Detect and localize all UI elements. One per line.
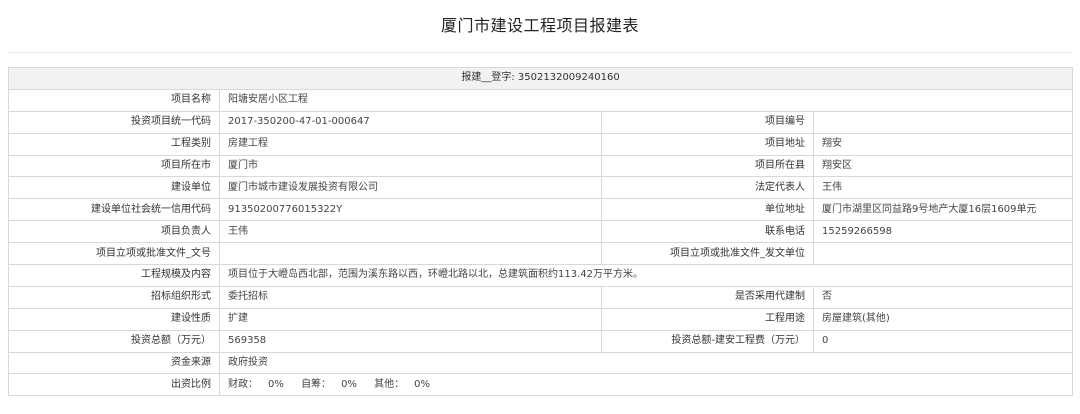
project-address-label: 项目地址 [601,132,814,156]
approval-issuer-value [812,242,1074,266]
total-investment-value: 569358 [219,329,602,353]
contact-phone-label: 联系电话 [601,220,814,244]
approval-issuer-label: 项目立项或批准文件_发文单位 [601,242,814,266]
table-row: 建设性质 扩建 工程用途 房屋建筑(其他) [8,307,1074,331]
table-row: 建设单位 厦门市城市建设发展投资有限公司 法定代表人 王伟 [8,176,1074,200]
table-row: 投资总额（万元） 569358 投资总额-建安工程费（万元） 0 [8,329,1074,353]
project-city-value: 厦门市 [219,154,602,178]
project-use-label: 工程用途 [601,307,814,331]
table-row: 投资项目统一代码 2017-350200-47-01-000647 项目编号 [8,110,1074,134]
header-reg-label: 登字: [491,72,515,84]
project-city-label: 项目所在市 [8,154,220,178]
build-nature-label: 建设性质 [8,307,220,331]
registration-header: 报建__登字: 3502132009240160 [7,67,1074,90]
project-number-label: 项目编号 [601,110,814,134]
bidding-form-value: 委托招标 [219,285,602,309]
project-category-label: 工程类别 [8,132,220,156]
investment-code-label: 投资项目统一代码 [8,110,220,134]
build-nature-value: 扩建 [219,307,602,331]
credit-code-value: 91350200776015322Y [219,198,602,222]
ratio-fiscal: 财政： 0% [228,379,284,391]
agent-system-label: 是否采用代建制 [601,285,814,309]
table-row: 工程类别 房建工程 项目地址 翔安 [8,132,1074,156]
total-investment-label: 投资总额（万元） [8,329,220,353]
invest-ratio-label: 出资比例 [8,373,220,397]
project-category-value: 房建工程 [219,132,602,156]
ratio-self-raised: 自筹： 0% [301,379,357,391]
header-blank: __ [481,72,492,84]
page-title: 厦门市建设工程项目报建表 [440,16,639,35]
credit-code-label: 建设单位社会统一信用代码 [8,198,220,222]
project-number-value [812,110,1074,134]
install-cost-label: 投资总额-建安工程费（万元） [601,329,814,353]
ratio-fiscal-value: 0% [268,378,284,390]
legal-rep-value: 王伟 [812,176,1074,200]
project-county-label: 项目所在县 [601,154,814,178]
project-leader-value: 王伟 [219,220,602,244]
registration-number: 3502132009240160 [517,72,620,84]
table-header-row: 报建__登字: 3502132009240160 [7,67,1074,90]
fund-source-value: 政府投资 [218,351,1074,375]
ratio-self-raised-label: 自筹： [301,378,332,390]
table-row: 项目名称 阳塘安居小区工程 [8,88,1074,112]
approval-doc-no-label: 项目立项或批准文件_文号 [8,242,220,266]
table-row: 招标组织形式 委托招标 是否采用代建制 否 [8,285,1074,309]
investment-code-value: 2017-350200-47-01-000647 [219,110,602,134]
unit-address-value: 厦门市湖里区同益路9号地产大厦16层1609单元 [812,198,1074,222]
ratio-other-label: 其他： [374,378,405,390]
unit-address-label: 单位地址 [601,198,814,222]
builder-unit-label: 建设单位 [8,176,220,200]
table-row: 项目所在市 厦门市 项目所在县 翔安区 [8,154,1074,178]
contact-phone-value: 15259266598 [812,220,1074,244]
project-name-label: 项目名称 [8,88,220,112]
table-row: 资金来源 政府投资 [8,351,1074,375]
approval-doc-no-value [219,242,602,266]
install-cost-value: 0 [812,329,1074,353]
header-prefix: 报建 [461,72,482,84]
bidding-form-label: 招标组织形式 [8,285,220,309]
scale-content-value: 项目位于大嶝岛西北部，范围为溪东路以西，环嶝北路以北，总建筑面积约113.42万… [218,264,1074,287]
ratio-fiscal-label: 财政： [228,378,258,390]
legal-rep-label: 法定代表人 [601,176,814,200]
table-row: 项目立项或批准文件_文号 项目立项或批准文件_发文单位 [8,242,1074,266]
project-address-value: 翔安 [812,132,1074,156]
ratio-other: 其他： 0% [374,379,430,391]
builder-unit-value: 厦门市城市建设发展投资有限公司 [219,176,602,200]
project-registration-table: 报建__登字: 3502132009240160 项目名称 阳塘安居小区工程 投… [7,67,1074,397]
title-divider [8,52,1072,53]
table-row: 出资比例 财政： 0% 自筹： 0% 其他： 0% [8,373,1074,397]
table-row: 建设单位社会统一信用代码 91350200776015322Y 单位地址 厦门市… [8,198,1074,222]
invest-ratio-value: 财政： 0% 自筹： 0% 其他： 0% [218,373,1074,397]
fund-source-label: 资金来源 [8,351,220,375]
scale-content-label: 工程规模及内容 [8,264,220,287]
ratio-other-value: 0% [414,378,430,390]
project-name-value: 阳塘安居小区工程 [218,88,1074,112]
table-row: 工程规模及内容 项目位于大嶝岛西北部，范围为溪东路以西，环嶝北路以北，总建筑面积… [8,264,1074,287]
agent-system-value: 否 [812,285,1074,309]
project-use-value: 房屋建筑(其他) [812,307,1074,331]
project-county-value: 翔安区 [812,154,1074,178]
ratio-self-raised-value: 0% [341,378,357,390]
project-leader-label: 项目负责人 [8,220,220,244]
table-row: 项目负责人 王伟 联系电话 15259266598 [8,220,1074,244]
